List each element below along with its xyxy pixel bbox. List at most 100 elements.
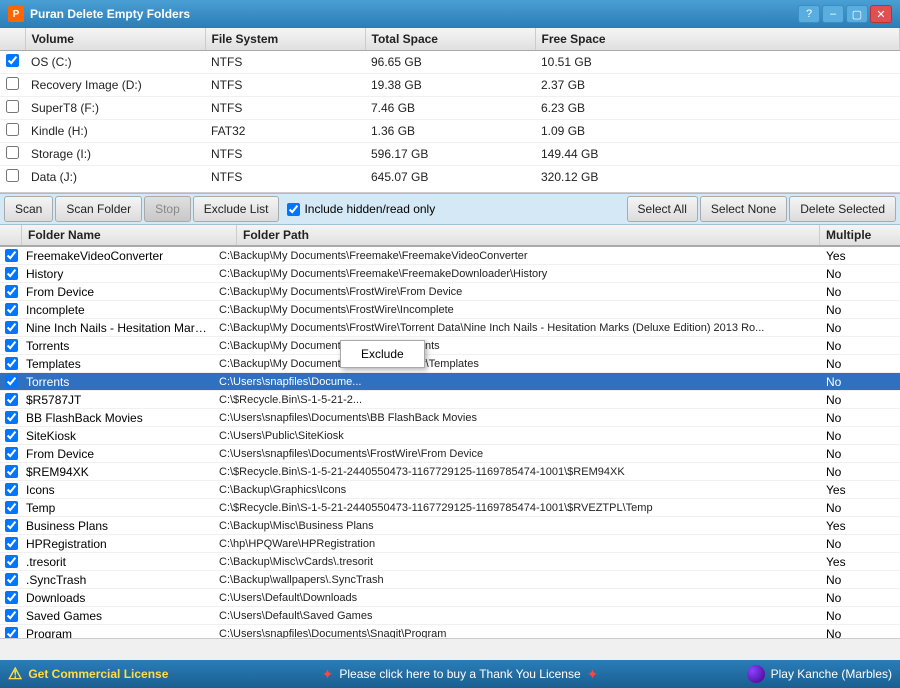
- volume-row[interactable]: Data (J:) NTFS 645.07 GB 320.12 GB: [0, 166, 900, 189]
- volume-row[interactable]: OS (C:) NTFS 96.65 GB 10.51 GB: [0, 51, 900, 74]
- vol-col-free: Free Space: [535, 28, 900, 51]
- vol-checkbox[interactable]: [6, 123, 19, 136]
- folder-multi: No: [820, 267, 900, 281]
- vol-checkbox[interactable]: [6, 100, 19, 113]
- folder-row[interactable]: Templates C:\Backup\My Documents\Game Co…: [0, 355, 900, 373]
- folder-checkbox[interactable]: [5, 339, 18, 352]
- vol-total: 645.07 GB: [365, 166, 535, 189]
- volume-row[interactable]: Storage (I:) NTFS 596.17 GB 149.44 GB: [0, 143, 900, 166]
- scan-folder-button[interactable]: Scan Folder: [55, 196, 142, 222]
- folder-row[interactable]: Temp C:\$Recycle.Bin\S-1-5-21-2440550473…: [0, 499, 900, 517]
- folder-name: SiteKiosk: [22, 429, 215, 443]
- folder-checkbox[interactable]: [5, 285, 18, 298]
- folder-checkbox[interactable]: [5, 483, 18, 496]
- folder-checkbox[interactable]: [5, 573, 18, 586]
- vol-checkbox[interactable]: [6, 169, 19, 182]
- vol-free: 1.09 GB: [535, 120, 900, 143]
- folder-name: Templates: [22, 357, 215, 371]
- folder-checkbox[interactable]: [5, 393, 18, 406]
- folder-row[interactable]: Icons C:\Backup\Graphics\Icons Yes: [0, 481, 900, 499]
- play-marbles-link[interactable]: Play Kanche (Marbles): [692, 665, 892, 683]
- folder-row[interactable]: SiteKiosk C:\Users\Public\SiteKiosk No: [0, 427, 900, 445]
- vol-fs: NTFS: [205, 166, 365, 189]
- folder-checkbox[interactable]: [5, 357, 18, 370]
- folder-row[interactable]: HPRegistration C:\hp\HPQWare\HPRegistrat…: [0, 535, 900, 553]
- include-hidden-checkbox[interactable]: [287, 203, 300, 216]
- folder-checkbox[interactable]: [5, 627, 18, 638]
- select-none-button[interactable]: Select None: [700, 196, 787, 222]
- volume-row[interactable]: Kindle (H:) FAT32 1.36 GB 1.09 GB: [0, 120, 900, 143]
- folder-checkbox[interactable]: [5, 609, 18, 622]
- scan-button[interactable]: Scan: [4, 196, 53, 222]
- minimize-button[interactable]: –: [822, 5, 844, 23]
- window-controls[interactable]: ? – ▢ ✕: [798, 5, 892, 23]
- help-button[interactable]: ?: [798, 5, 820, 23]
- select-all-button[interactable]: Select All: [627, 196, 698, 222]
- exclude-list-button[interactable]: Exclude List: [193, 196, 280, 222]
- folder-row[interactable]: .tresorit C:\Backup\Misc\vCards\.tresori…: [0, 553, 900, 571]
- commercial-license-link[interactable]: ⚠ Get Commercial License: [8, 664, 228, 684]
- folder-row[interactable]: From Device C:\Users\snapfiles\Documents…: [0, 445, 900, 463]
- folder-multi: No: [820, 627, 900, 639]
- folder-checkbox[interactable]: [5, 501, 18, 514]
- folder-checkbox[interactable]: [5, 465, 18, 478]
- vol-free: 2.37 GB: [535, 74, 900, 97]
- maximize-button[interactable]: ▢: [846, 5, 868, 23]
- thank-you-text: Please click here to buy a Thank You Lic…: [339, 667, 580, 681]
- vol-checkbox[interactable]: [6, 77, 19, 90]
- folder-checkbox[interactable]: [5, 411, 18, 424]
- folder-row[interactable]: Torrents C:\Users\snapfiles\Docume... No: [0, 373, 900, 391]
- delete-selected-button[interactable]: Delete Selected: [789, 196, 896, 222]
- volume-scroll-area[interactable]: Volume File System Total Space Free Spac…: [0, 28, 900, 188]
- folder-path: C:\Users\snapfiles\Docume...: [215, 376, 820, 388]
- folder-row[interactable]: BB FlashBack Movies C:\Users\snapfiles\D…: [0, 409, 900, 427]
- folder-checkbox[interactable]: [5, 429, 18, 442]
- folder-checkbox[interactable]: [5, 375, 18, 388]
- folder-row[interactable]: Torrents C:\Backup\My Documents\FrostWir…: [0, 337, 900, 355]
- folder-row[interactable]: FreemakeVideoConverter C:\Backup\My Docu…: [0, 247, 900, 265]
- folder-list[interactable]: FreemakeVideoConverter C:\Backup\My Docu…: [0, 247, 900, 638]
- folder-row[interactable]: From Device C:\Backup\My Documents\Frost…: [0, 283, 900, 301]
- folder-path: C:\Users\snapfiles\Documents\Snagit\Prog…: [215, 628, 820, 639]
- folder-row[interactable]: Incomplete C:\Backup\My Documents\FrostW…: [0, 301, 900, 319]
- folder-checkbox[interactable]: [5, 249, 18, 262]
- bottom-bar: ⚠ Get Commercial License ✦ Please click …: [0, 660, 900, 688]
- folder-row[interactable]: $R5787JT C:\$Recycle.Bin\S-1-5-21-2... N…: [0, 391, 900, 409]
- vol-free: 320.12 GB: [535, 166, 900, 189]
- include-hidden-label[interactable]: Include hidden/read only: [287, 202, 435, 216]
- volume-row[interactable]: Recovery Image (D:) NTFS 19.38 GB 2.37 G…: [0, 74, 900, 97]
- folder-checkbox[interactable]: [5, 555, 18, 568]
- folder-row[interactable]: Nine Inch Nails - Hesitation Marks... C:…: [0, 319, 900, 337]
- folder-checkbox[interactable]: [5, 321, 18, 334]
- folder-checkbox[interactable]: [5, 447, 18, 460]
- folder-name: Incomplete: [22, 303, 215, 317]
- folder-multi: No: [820, 447, 900, 461]
- thank-you-link[interactable]: ✦ Please click here to buy a Thank You L…: [228, 666, 692, 683]
- folder-multi: No: [820, 501, 900, 515]
- folder-name: From Device: [22, 285, 215, 299]
- folder-row[interactable]: .SyncTrash C:\Backup\wallpapers\.SyncTra…: [0, 571, 900, 589]
- folder-checkbox[interactable]: [5, 591, 18, 604]
- volume-row[interactable]: SuperT8 (F:) NTFS 7.46 GB 6.23 GB: [0, 97, 900, 120]
- folder-checkbox[interactable]: [5, 303, 18, 316]
- folder-multi: No: [820, 321, 900, 335]
- folder-row[interactable]: Program C:\Users\snapfiles\Documents\Sna…: [0, 625, 900, 638]
- folder-row[interactable]: History C:\Backup\My Documents\Freemake\…: [0, 265, 900, 283]
- vol-free: 149.44 GB: [535, 143, 900, 166]
- folder-row[interactable]: Saved Games C:\Users\Default\Saved Games…: [0, 607, 900, 625]
- folder-path: C:\Backup\My Documents\Game Collector\Te…: [215, 358, 820, 370]
- vol-checkbox[interactable]: [6, 146, 19, 159]
- stop-button[interactable]: Stop: [144, 196, 191, 222]
- folder-checkbox[interactable]: [5, 519, 18, 532]
- folder-checkbox[interactable]: [5, 537, 18, 550]
- folder-row[interactable]: $REM94XK C:\$Recycle.Bin\S-1-5-21-244055…: [0, 463, 900, 481]
- vol-volume: OS (C:): [25, 51, 205, 74]
- app-title: Puran Delete Empty Folders: [30, 7, 190, 21]
- folder-row[interactable]: Downloads C:\Users\Default\Downloads No: [0, 589, 900, 607]
- vol-checkbox[interactable]: [6, 54, 19, 67]
- folder-row[interactable]: Business Plans C:\Backup\Misc\Business P…: [0, 517, 900, 535]
- close-button[interactable]: ✕: [870, 5, 892, 23]
- context-exclude[interactable]: Exclude: [341, 343, 424, 365]
- play-marbles-text: Play Kanche (Marbles): [771, 667, 892, 681]
- folder-checkbox[interactable]: [5, 267, 18, 280]
